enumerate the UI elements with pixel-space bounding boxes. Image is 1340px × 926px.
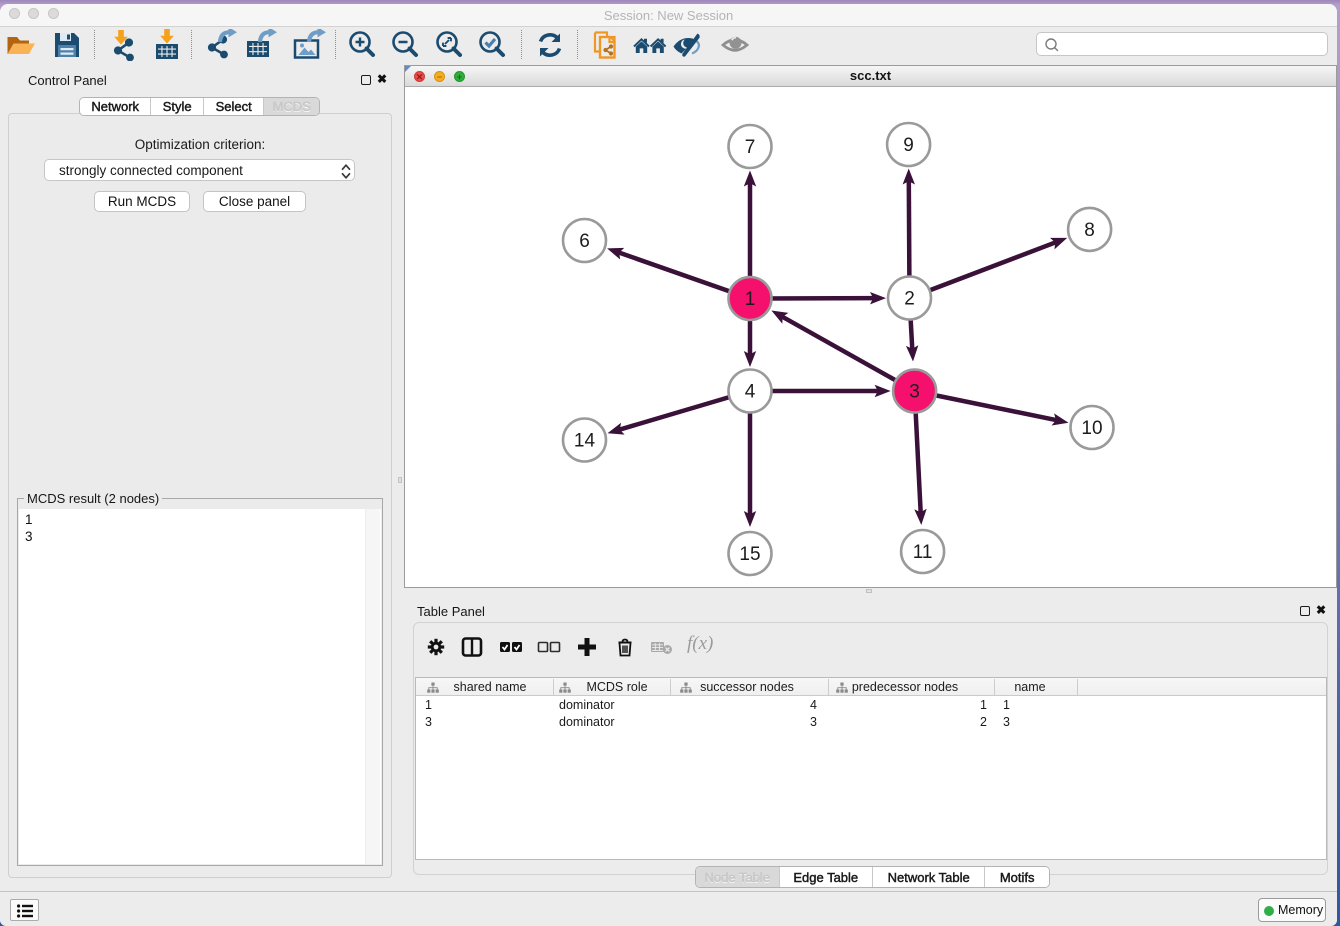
svg-text:7: 7 — [745, 137, 756, 158]
svg-text:9: 9 — [903, 135, 914, 156]
svg-text:8: 8 — [1084, 220, 1095, 241]
svg-text:6: 6 — [579, 231, 590, 252]
svg-text:3: 3 — [909, 382, 920, 403]
svg-text:4: 4 — [745, 382, 756, 403]
svg-text:10: 10 — [1081, 418, 1102, 439]
svg-text:11: 11 — [913, 542, 933, 563]
svg-text:1: 1 — [745, 289, 756, 310]
svg-text:14: 14 — [574, 431, 596, 452]
svg-text:15: 15 — [739, 544, 760, 565]
svg-text:2: 2 — [904, 289, 915, 310]
